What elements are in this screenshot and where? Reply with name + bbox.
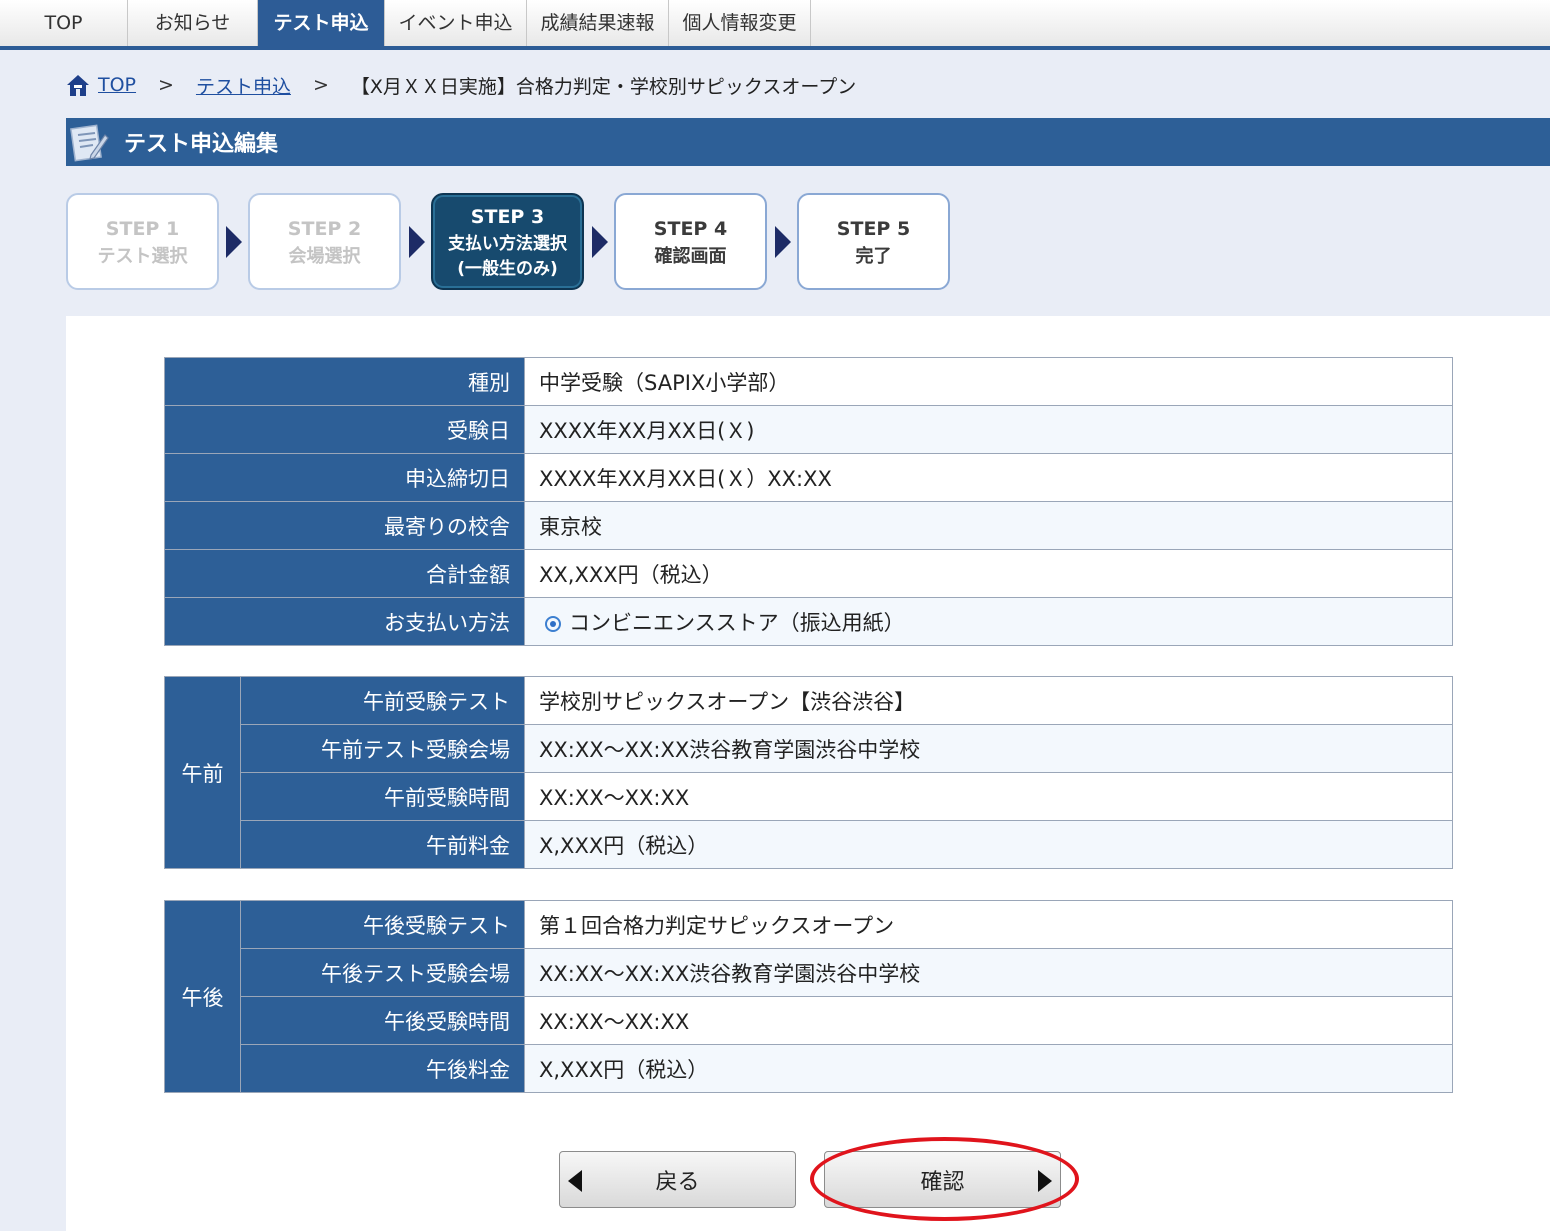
row-label: 午前料金 (240, 820, 525, 869)
breadcrumb: TOP > テスト申込 > 【X月ＸＸ日実施】合格力判定・学校別サピックスオープ… (66, 70, 856, 100)
table-row: 午前受験時間 XX:XX～XX:XX (165, 772, 1453, 821)
edit-document-icon (66, 118, 112, 166)
row-value: XXXX年XX月XX日(Ｘ）XX:XX (524, 453, 1453, 502)
row-label: 午後受験時間 (240, 996, 525, 1045)
morning-group-label: 午前 (164, 676, 241, 869)
step-label: 会場選択 (288, 245, 361, 267)
triangle-left-icon (568, 1170, 582, 1192)
row-value: XX,XXX円（税込） (524, 549, 1453, 598)
table-row: 合計金額 XX,XXX円（税込） (164, 549, 1453, 598)
row-label: 最寄りの校舎 (164, 501, 525, 550)
row-value: XX:XX～XX:XX (524, 772, 1453, 821)
row-label: 申込締切日 (164, 453, 525, 502)
afternoon-table: 午後 午後受験テスト 第１回合格力判定サピックスオープン 午後テスト受験会場 X… (164, 900, 1453, 1093)
step-number: STEP 2 (287, 217, 362, 240)
section-header: テスト申込編集 (66, 118, 1550, 166)
step-arrow-icon (775, 226, 791, 258)
step-3: STEP 3 支払い方法選択 (一般生のみ) (431, 193, 584, 290)
step-arrow-icon (409, 226, 425, 258)
step-number: STEP 1 (105, 217, 180, 240)
afternoon-group-label: 午後 (164, 900, 241, 1093)
row-label: 午前テスト受験会場 (240, 724, 525, 773)
step-label: 確認画面 (654, 245, 727, 267)
table-row: 午前 午前受験テスト 学校別サピックスオープン【渋谷渋谷】 (164, 676, 1453, 869)
breadcrumb-separator: > (158, 74, 174, 96)
highlight-circle (810, 1137, 1079, 1221)
row-label: 受験日 (164, 405, 525, 454)
table-row: 午前テスト受験会場 XX:XX～XX:XX渋谷教育学園渋谷中学校 (165, 724, 1453, 773)
row-label: 午前受験テスト (240, 676, 525, 725)
nav-tab-results[interactable]: 成績結果速報 (527, 0, 669, 46)
table-row: 午後 午後受験テスト 第１回合格力判定サピックスオープン (164, 900, 1453, 1093)
row-value: 東京校 (524, 501, 1453, 550)
row-label: 種別 (164, 357, 525, 406)
table-row: 最寄りの校舎 東京校 (164, 501, 1453, 550)
top-nav: TOP お知らせ テスト申込 イベント申込 成績結果速報 個人情報変更 (0, 0, 1550, 50)
step-label: 完了 (855, 245, 892, 267)
step-label: 支払い方法選択 (448, 233, 567, 254)
back-button[interactable]: 戻る (559, 1151, 796, 1208)
row-label: お支払い方法 (164, 597, 525, 646)
breadcrumb-current: 【X月ＸＸ日実施】合格力判定・学校別サピックスオープン (350, 75, 857, 98)
table-row: 午後受験時間 XX:XX～XX:XX (165, 996, 1453, 1045)
table-row: 申込締切日 XXXX年XX月XX日(Ｘ）XX:XX (164, 453, 1453, 502)
breadcrumb-separator: > (312, 74, 329, 96)
step-2: STEP 2 会場選択 (248, 193, 401, 290)
table-row: 午後料金 X,XXX円（税込） (165, 1044, 1453, 1093)
payment-method-label[interactable]: コンビニエンスストア（振込用紙） (569, 611, 905, 635)
section-title: テスト申込編集 (124, 132, 279, 157)
row-value: XX:XX～XX:XX渋谷教育学園渋谷中学校 (524, 948, 1453, 997)
row-value: XX:XX～XX:XX渋谷教育学園渋谷中学校 (524, 724, 1453, 773)
step-4: STEP 4 確認画面 (614, 193, 767, 290)
step-number: STEP 3 (470, 205, 545, 228)
table-row: 種別 中学受験（SAPIX小学部） (164, 357, 1453, 406)
nav-tab-profile[interactable]: 個人情報変更 (669, 0, 811, 46)
back-button-label: 戻る (655, 1169, 700, 1195)
summary-table: 種別 中学受験（SAPIX小学部） 受験日 XXXX年XX月XX日(Ｘ) 申込締… (164, 357, 1453, 646)
step-number: STEP 4 (653, 217, 728, 240)
row-value: 第１回合格力判定サピックスオープン (524, 900, 1453, 949)
step-arrow-icon (592, 226, 608, 258)
table-row: 受験日 XXXX年XX月XX日(Ｘ) (164, 405, 1453, 454)
row-label: 合計金額 (164, 549, 525, 598)
table-row: お支払い方法 コンビニエンスストア（振込用紙） (164, 597, 1453, 646)
step-number: STEP 5 (836, 217, 911, 240)
nav-tab-test-apply[interactable]: テスト申込 (258, 0, 385, 46)
nav-tab-news[interactable]: お知らせ (128, 0, 258, 46)
home-icon (66, 73, 90, 97)
step-arrow-icon (226, 226, 242, 258)
row-label: 午前受験時間 (240, 772, 525, 821)
payment-radio[interactable] (545, 615, 561, 632)
row-label: 午後料金 (240, 1044, 525, 1093)
row-value: X,XXX円（税込） (524, 820, 1453, 869)
row-value: XXXX年XX月XX日(Ｘ) (524, 405, 1453, 454)
nav-tab-event-apply[interactable]: イベント申込 (385, 0, 527, 46)
table-row: 午前料金 X,XXX円（税込） (165, 820, 1453, 869)
step-label: テスト選択 (97, 245, 188, 267)
table-row: 午後テスト受験会場 XX:XX～XX:XX渋谷教育学園渋谷中学校 (165, 948, 1453, 997)
morning-table: 午前 午前受験テスト 学校別サピックスオープン【渋谷渋谷】 午前テスト受験会場 … (164, 676, 1453, 869)
row-label: 午後受験テスト (240, 900, 525, 949)
step-sublabel: (一般生のみ) (457, 258, 558, 279)
breadcrumb-top-link[interactable]: TOP (98, 74, 136, 96)
row-value: 学校別サピックスオープン【渋谷渋谷】 (524, 676, 1453, 725)
step-5: STEP 5 完了 (797, 193, 950, 290)
row-value: X,XXX円（税込） (524, 1044, 1453, 1093)
row-label: 午後テスト受験会場 (240, 948, 525, 997)
payment-method-cell: コンビニエンスストア（振込用紙） (524, 597, 1453, 646)
row-value: XX:XX～XX:XX (524, 996, 1453, 1045)
nav-tab-top[interactable]: TOP (0, 0, 128, 46)
row-value: 中学受験（SAPIX小学部） (524, 357, 1453, 406)
breadcrumb-test-apply-link[interactable]: テスト申込 (196, 72, 291, 99)
step-1: STEP 1 テスト選択 (66, 193, 219, 290)
